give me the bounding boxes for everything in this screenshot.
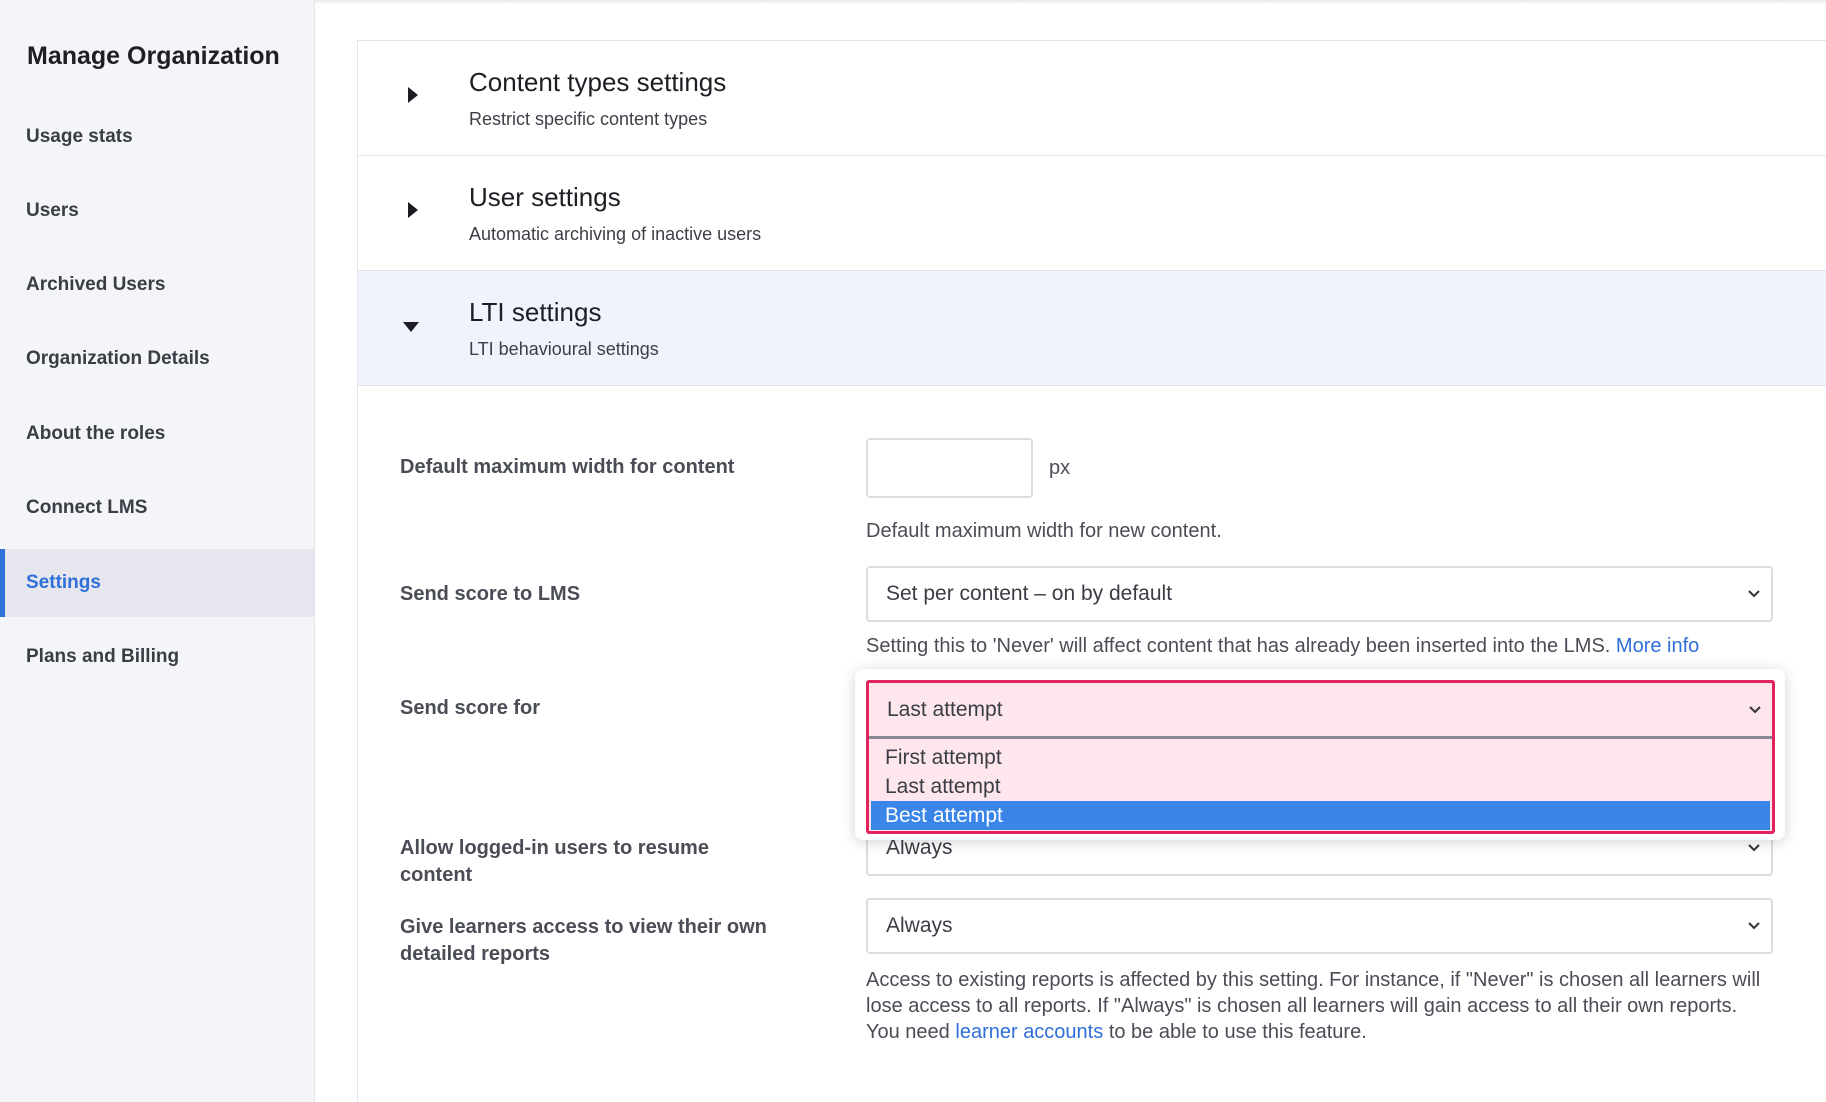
sidebar-title: Manage Organization: [27, 42, 280, 70]
chevron-down-icon: [1748, 922, 1760, 930]
section-user-settings[interactable]: User settings Automatic archiving of ina…: [358, 156, 1826, 271]
sidebar-item-archived-users[interactable]: Archived Users: [0, 251, 314, 319]
option-last-attempt[interactable]: Last attempt: [871, 772, 1770, 801]
sidebar-item-settings[interactable]: Settings: [0, 549, 314, 617]
more-info-link[interactable]: More info: [1616, 635, 1699, 657]
reports-select[interactable]: Always: [866, 898, 1773, 954]
reports-help-text-after: to be able to use this feature.: [1108, 1021, 1367, 1043]
sidebar-item-usage-stats[interactable]: Usage stats: [0, 103, 314, 171]
sidebar-item-organization-details[interactable]: Organization Details: [0, 325, 314, 393]
section-subtitle: LTI behavioural settings: [469, 339, 659, 359]
send-score-label: Send score to LMS: [400, 583, 581, 605]
sidebar-item-users[interactable]: Users: [0, 177, 314, 245]
section-subtitle: Restrict specific content types: [469, 109, 708, 129]
send-score-for-value: Last attempt: [887, 697, 1003, 721]
sidebar-item-plans-billing[interactable]: Plans and Billing: [0, 623, 314, 691]
sidebar: Manage Organization Usage stats Users Ar…: [0, 0, 315, 1102]
send-score-for-label: Send score for: [400, 697, 541, 719]
max-width-help: Default maximum width for new content.: [866, 520, 1222, 542]
reports-label: Give learners access to view their own d…: [400, 916, 767, 965]
chevron-down-icon: [1748, 590, 1760, 598]
send-score-help-text: Setting this to 'Never' will affect cont…: [866, 635, 1611, 657]
section-subtitle: Automatic archiving of inactive users: [469, 224, 762, 244]
send-score-for-select[interactable]: Last attempt: [869, 683, 1772, 739]
reports-value: Always: [886, 914, 953, 937]
section-title: Content types settings: [469, 67, 727, 97]
caret-right-icon: [408, 202, 418, 218]
px-unit-label: px: [1049, 457, 1071, 479]
max-width-label: Default maximum width for content: [400, 456, 735, 478]
send-score-value: Set per content – on by default: [886, 582, 1173, 605]
section-content-types[interactable]: Content types settings Restrict specific…: [358, 41, 1826, 156]
learner-accounts-link[interactable]: learner accounts: [955, 1021, 1103, 1043]
send-score-help: Setting this to 'Never' will affect cont…: [866, 633, 1699, 659]
dropdown-options: First attempt Last attempt Best attempt: [871, 743, 1770, 830]
caret-right-icon: [408, 87, 418, 103]
resume-label: Allow logged-in users to resume content: [400, 837, 709, 886]
section-title: User settings: [469, 182, 621, 212]
chevron-down-icon: [1749, 706, 1761, 714]
option-first-attempt[interactable]: First attempt: [871, 743, 1770, 772]
caret-down-icon: [403, 322, 419, 332]
section-title: LTI settings: [469, 297, 602, 327]
option-best-attempt[interactable]: Best attempt: [871, 801, 1770, 830]
sidebar-item-about-roles[interactable]: About the roles: [0, 400, 314, 468]
chevron-down-icon: [1748, 844, 1760, 852]
send-score-for-dropdown[interactable]: Last attempt First attempt Last attempt …: [866, 680, 1775, 834]
reports-help: Access to existing reports is affected b…: [866, 967, 1766, 1045]
send-score-select[interactable]: Set per content – on by default: [866, 566, 1773, 622]
section-lti-settings[interactable]: LTI settings LTI behavioural settings: [358, 271, 1826, 386]
max-width-input[interactable]: [866, 438, 1033, 498]
sidebar-item-connect-lms[interactable]: Connect LMS: [0, 474, 314, 542]
